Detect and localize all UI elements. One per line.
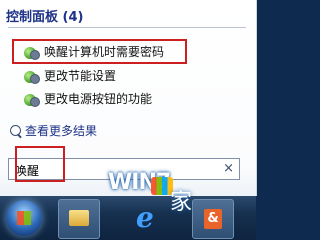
windows-explorer-button[interactable] — [58, 199, 100, 239]
clear-search-icon[interactable]: × — [223, 161, 234, 176]
results-heading: 控制面板 (4) — [6, 10, 84, 25]
control-panel-icon — [24, 92, 40, 107]
app-icon: & — [204, 209, 222, 229]
folder-icon — [69, 210, 89, 226]
start-menu: 控制面板 (4) 唤醒计算机时需要密码 更改节能设置 更改电源按钮的功能 查看更… — [0, 0, 257, 196]
result-label: 更改电源按钮的功能 — [44, 92, 153, 106]
internet-explorer-icon: e — [136, 201, 154, 234]
windows-start-orb-icon[interactable] — [6, 200, 42, 236]
heading-divider — [8, 27, 246, 28]
search-icon — [10, 125, 21, 136]
watermark-suffix: 家 — [170, 190, 193, 215]
see-more-results-link[interactable]: 查看更多结果 — [10, 122, 97, 139]
see-more-label: 查看更多结果 — [25, 124, 98, 138]
taskbar: e & — [0, 196, 256, 240]
app-button[interactable]: & — [192, 199, 234, 239]
annotation-highlight-search — [15, 146, 65, 182]
search-result-item[interactable]: 更改节能设置 — [12, 66, 240, 85]
search-result-item[interactable]: 唤醒计算机时需要密码 — [12, 42, 240, 61]
search-result-item[interactable]: 更改电源按钮的功能 — [12, 89, 240, 108]
internet-explorer-button[interactable]: e — [128, 199, 168, 237]
control-panel-icon — [24, 45, 40, 60]
result-label: 更改节能设置 — [44, 69, 117, 83]
result-label: 唤醒计算机时需要密码 — [44, 45, 165, 59]
control-panel-icon — [24, 69, 40, 84]
